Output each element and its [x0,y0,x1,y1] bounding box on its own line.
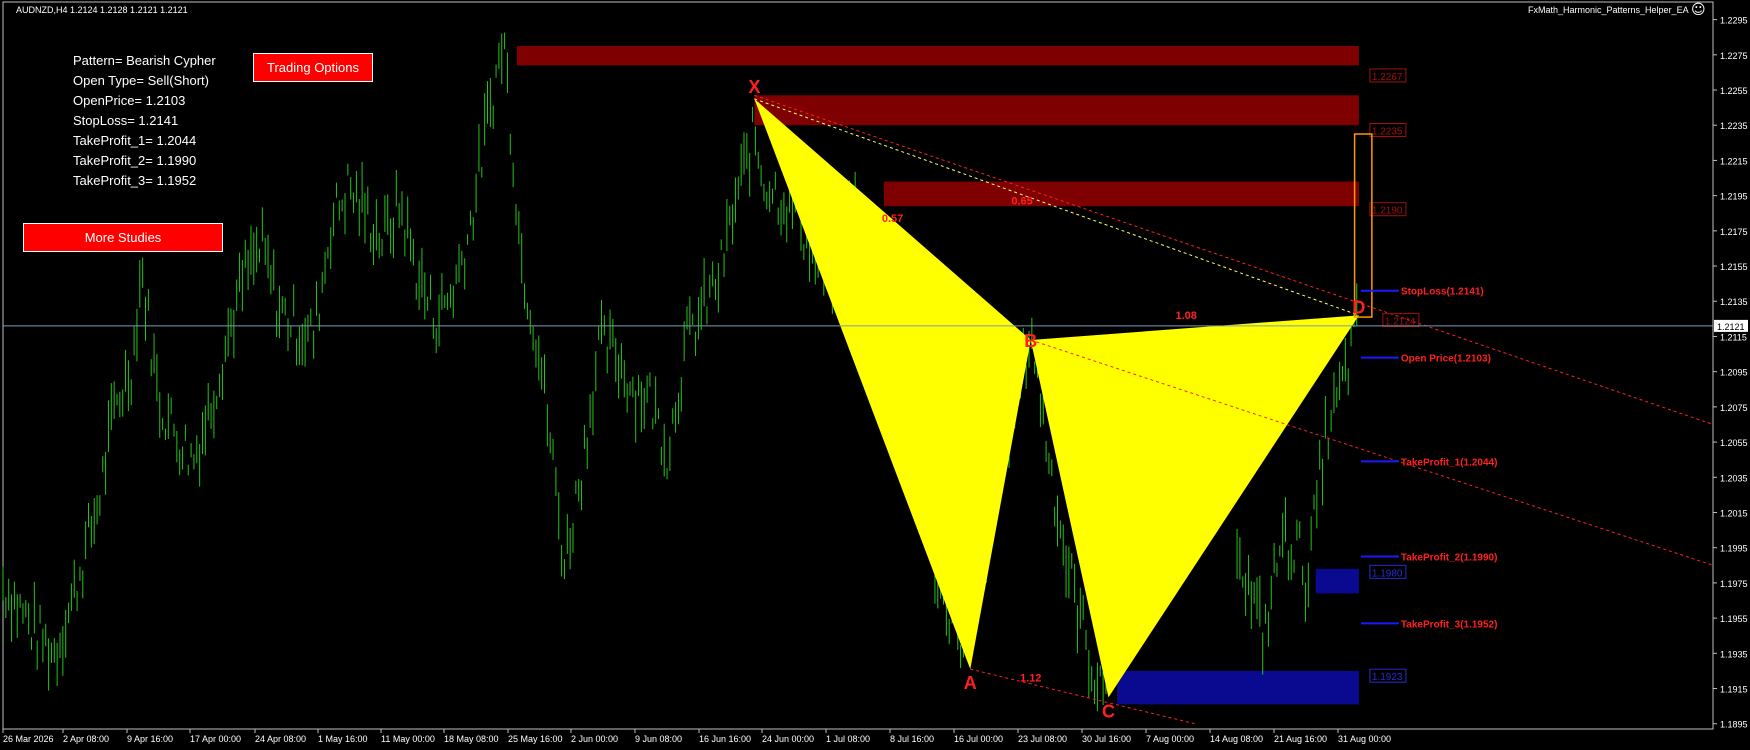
y-tick-label: 1.2135 [1720,297,1748,307]
x-tick-label: 24 Jun 00:00 [762,734,814,744]
ratio-label: 0.57 [882,213,903,225]
x-tick-label: 11 May 00:00 [381,734,435,744]
ratio-label: 1.08 [1175,310,1196,322]
x-tick-label: 14 Aug 08:00 [1210,734,1263,744]
y-tick-label: 1.1975 [1720,579,1748,589]
pattern-point-c: C [1102,701,1115,721]
trading-options-button[interactable]: Trading Options [253,53,373,82]
x-tick-label: 21 Aug 16:00 [1274,734,1327,744]
x-tick-label: 18 May 08:00 [444,734,499,744]
zone-label: 1.1923 [1372,672,1403,683]
info-open-type: Open Type= Sell(Short) [73,73,209,88]
more-studies-button[interactable]: More Studies [23,223,223,252]
x-tick-label: 1 Jul 08:00 [826,734,870,744]
zone-label: 1.2190 [1372,206,1403,217]
y-tick-label: 1.2295 [1720,16,1748,26]
ratio-label: 0.65 [1011,195,1032,207]
zone-red [883,181,1359,207]
x-tick-label: 9 Apr 16:00 [127,734,173,744]
ratio-label: 1.12 [1020,672,1041,684]
zone-label: 1.1980 [1372,568,1403,579]
x-tick-label: 26 Mar 2026 [3,734,54,744]
x-tick-label: 16 Jul 00:00 [954,734,1003,744]
y-tick-label: 1.2055 [1720,438,1748,448]
pattern-triangle-bcd [1030,315,1359,698]
pattern-point-d: D [1352,297,1365,317]
y-tick-label: 1.1995 [1720,544,1748,554]
y-tick-label: 1.2175 [1720,227,1748,237]
zone-blue [1315,568,1359,594]
y-tick-label: 1.2075 [1720,403,1748,413]
x-tick-label: 2 Jun 00:00 [571,734,618,744]
pattern-point-a: A [964,673,977,693]
y-tick-label: 1.2015 [1720,508,1748,518]
info-pattern: Pattern= Bearish Cypher [73,53,216,68]
y-tick-label: 1.2095 [1720,368,1748,378]
pattern-point-x: X [748,77,760,97]
y-tick-label: 1.1955 [1720,614,1748,624]
level-label: StopLoss(1.2141) [1401,287,1484,298]
x-tick-label: 25 May 16:00 [508,734,563,744]
y-tick-label: 1.1935 [1720,649,1748,659]
y-tick-label: 1.2035 [1720,473,1748,483]
x-tick-label: 1 May 16:00 [318,734,368,744]
y-tick-label: 1.2235 [1720,121,1748,131]
info-open-price: OpenPrice= 1.2103 [73,93,186,108]
x-tick-label: 17 Apr 00:00 [190,734,241,744]
y-tick-label: 1.2275 [1720,51,1748,61]
level-label: TakeProfit_2(1.1990) [1401,552,1498,563]
y-tick-label: 1.2195 [1720,192,1748,202]
info-takeprofit-1: TakeProfit_1= 1.2044 [73,133,197,148]
pattern-point-b: B [1024,331,1037,351]
y-tick-label: 1.2255 [1720,86,1748,96]
zone-label: 1.2235 [1372,127,1403,138]
zone-red [516,46,1359,66]
x-tick-label: 16 Jun 16:00 [699,734,751,744]
info-takeprofit-2: TakeProfit_2= 1.1990 [73,153,197,168]
y-tick-label: 1.1915 [1720,685,1748,695]
zone-label: 1.2267 [1372,72,1403,83]
x-tick-label: 31 Aug 00:00 [1338,734,1391,744]
smiley-icon[interactable]: ☺ [1691,2,1706,18]
x-tick-label: 7 Aug 00:00 [1146,734,1194,744]
y-tick-label: 1.2115 [1720,332,1747,342]
x-tick-label: 8 Jul 16:00 [890,734,934,744]
level-label: TakeProfit_3(1.1952) [1401,619,1498,630]
zone-red [754,95,1359,126]
current-price-label: 1.2121 [1717,322,1745,332]
ea-name: FxMath_Harmonic_Patterns_Helper_EA [1528,5,1689,15]
y-tick-label: 1.2215 [1720,156,1748,166]
y-tick-label: 1.1895 [1720,720,1748,730]
x-tick-label: 23 Jul 08:00 [1018,734,1067,744]
x-tick-label: 30 Jul 16:00 [1082,734,1131,744]
symbol-info: AUDNZD,H4 1.2124 1.2128 1.2121 1.2121 [16,5,188,15]
x-tick-label: 9 Jun 08:00 [635,734,682,744]
zone-blue [1117,670,1359,705]
info-takeprofit-3: TakeProfit_3= 1.1952 [73,173,197,188]
chart-window: 1.2267 1.2235 1.2190 1.1980 1.1923 1.2124 Stop… [0,0,1750,750]
level-label: TakeProfit_1(1.2044) [1401,457,1498,468]
price-chart: 1.22671.22351.21901.19801.19231.2124Stop… [2,1,1748,744]
level-label: Open Price(1.2103) [1401,354,1491,365]
x-tick-label: 2 Apr 08:00 [63,734,109,744]
x-tick-label: 24 Apr 08:00 [255,734,306,744]
y-tick-label: 1.2155 [1720,262,1748,272]
info-stoploss: StopLoss= 1.2141 [73,113,179,128]
